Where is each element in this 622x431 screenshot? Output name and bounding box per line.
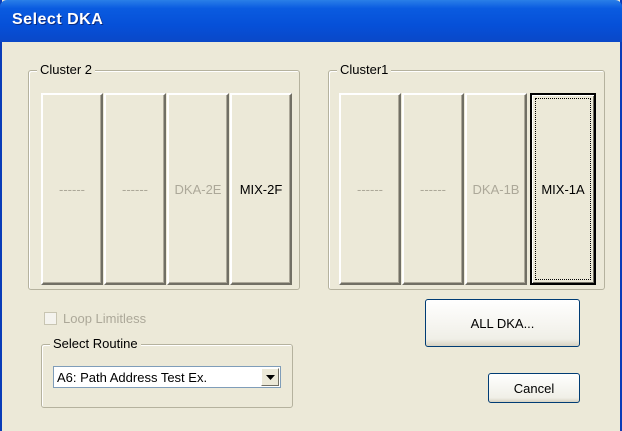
cluster-2-group: Cluster 2 ------ ------ DKA-2E MIX-2F [28, 62, 300, 290]
cancel-button-label: Cancel [513, 380, 555, 396]
cluster-1-label: Cluster1 [337, 62, 392, 77]
chevron-down-icon[interactable] [261, 368, 279, 386]
checkbox-icon [44, 312, 57, 325]
all-dka-button-label: ALL DKA... [470, 315, 535, 331]
loop-limitless-checkbox[interactable]: Loop Limitless [44, 311, 146, 326]
cluster-2-tile-2: ------ [104, 93, 166, 285]
tile-label: DKA-2E [174, 181, 222, 197]
select-routine-value: A6: Path Address Test Ex. [57, 369, 208, 385]
cluster-2-tile-1: ------ [41, 93, 103, 285]
cluster-2-label: Cluster 2 [37, 62, 96, 77]
window-title: Select DKA [12, 11, 104, 28]
cluster-2-tile-dka-2e: DKA-2E [167, 93, 229, 285]
all-dka-button[interactable]: ALL DKA... [425, 299, 580, 347]
select-routine-dropdown[interactable]: A6: Path Address Test Ex. [53, 366, 281, 388]
cancel-button[interactable]: Cancel [488, 373, 580, 403]
focus-rectangle [535, 98, 591, 280]
select-routine-label: Select Routine [50, 336, 141, 351]
tile-label: ------ [59, 181, 85, 197]
tile-label: MIX-2F [239, 181, 283, 197]
tile-label: ------ [122, 181, 148, 197]
tile-label: ------ [420, 181, 446, 197]
loop-limitless-label: Loop Limitless [63, 311, 147, 326]
title-bar[interactable]: Select DKA [0, 0, 622, 42]
cluster-1-tile-dka-1b: DKA-1B [465, 93, 527, 285]
cluster-1-tile-1: ------ [339, 93, 401, 285]
tile-label: DKA-1B [472, 181, 520, 197]
cluster-1-group: Cluster1 ------ ------ DKA-1B MIX-1A [328, 62, 605, 290]
tile-label: ------ [357, 181, 383, 197]
cluster-1-tile-mix-1a[interactable]: MIX-1A [530, 93, 596, 285]
cluster-1-tile-2: ------ [402, 93, 464, 285]
select-dka-dialog: Select DKA Cluster 2 ------ ------ DKA-2… [0, 0, 622, 431]
cluster-2-tile-mix-2f[interactable]: MIX-2F [230, 93, 292, 285]
